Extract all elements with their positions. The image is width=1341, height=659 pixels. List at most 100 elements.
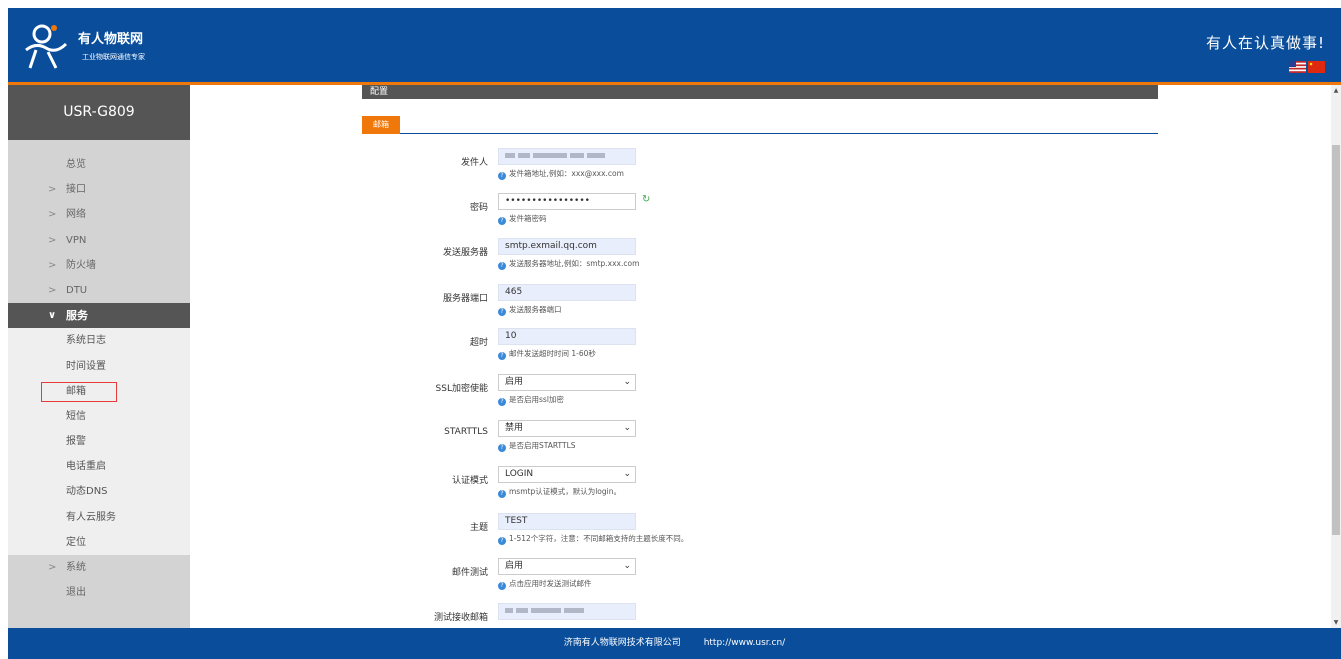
- brand-subtitle: 工业物联网通信专家: [82, 53, 145, 61]
- redacted-text: [533, 153, 567, 158]
- app-header: 有人物联网 工业物联网通信专家 有人在认真做事!: [8, 8, 1341, 82]
- sidebar-item-ddns[interactable]: 动态DNS: [8, 479, 190, 505]
- auth-mode-select[interactable]: LOGIN ⌄: [498, 466, 636, 483]
- sidebar-item-phone-reboot[interactable]: 电话重启: [8, 454, 190, 480]
- chevron-right-icon: >: [48, 284, 57, 296]
- redacted-text: [564, 608, 584, 613]
- field-label: 认证模式: [451, 476, 488, 486]
- field-label: SSL加密使能: [435, 384, 488, 394]
- help-icon: ?: [498, 444, 506, 452]
- slogan: 有人在认真做事!: [1205, 34, 1325, 52]
- sidebar-item-label: VPN: [66, 234, 87, 246]
- form-row-test-recipient: 测试接收邮箱: [362, 602, 1158, 628]
- sidebar-item-system[interactable]: > 系统: [8, 555, 190, 580]
- sidebar-item-location[interactable]: 定位: [8, 529, 190, 555]
- us-flag-icon: [1289, 61, 1306, 73]
- footer: 济南有人物联网技术有限公司 http://www.usr.cn/: [8, 628, 1341, 659]
- redacted-text: [505, 153, 515, 158]
- sidebar-item-overview[interactable]: 总览: [8, 152, 190, 177]
- sidebar-item-dtu[interactable]: > DTU: [8, 278, 190, 303]
- ssl-select[interactable]: 启用 ⌄: [498, 374, 636, 391]
- field-label: 邮件测试: [451, 568, 488, 578]
- sidebar-item-label: 网络: [66, 209, 86, 221]
- chevron-down-icon: ⌄: [623, 561, 631, 571]
- password-input[interactable]: ••••••••••••••••: [498, 193, 636, 210]
- cn-flag-icon: [1308, 61, 1325, 73]
- field-help: ? 发送服务器地址,例如：smtp.xxx.com: [498, 258, 639, 270]
- form-row-port: 服务器端口 465 ? 发送服务器端口: [362, 283, 1158, 323]
- sidebar-item-syslog[interactable]: 系统日志: [8, 328, 190, 354]
- scroll-up-icon[interactable]: ▲: [1331, 85, 1341, 95]
- subject-input[interactable]: TEST: [498, 513, 636, 530]
- form-row-subject: 主题 TEST ? 1-512个字符，注意：不同邮箱支持的主题长度不同。: [362, 512, 1158, 552]
- tab-bar: 邮箱: [362, 116, 1158, 134]
- smtp-server-input[interactable]: smtp.exmail.qq.com: [498, 238, 636, 255]
- field-help: ? 发件箱地址,例如：xxx@xxx.com: [498, 168, 624, 180]
- field-help: ? 是否启用ssl加密: [498, 394, 564, 406]
- sidebar-item-label: 服务: [66, 309, 88, 323]
- scroll-down-icon[interactable]: ▼: [1331, 618, 1341, 628]
- chevron-right-icon: >: [48, 209, 57, 221]
- redacted-text: [570, 153, 584, 158]
- starttls-select[interactable]: 禁用 ⌄: [498, 420, 636, 437]
- field-help: ? 发件箱密码: [498, 213, 547, 225]
- language-flags-icon[interactable]: [1289, 61, 1325, 73]
- sidebar-item-time-settings[interactable]: 时间设置: [8, 353, 190, 379]
- sidebar-menu: 总览 > 接口 > 网络 > VPN > 防火墙 > DTU ∨ 服务 系统日志 时间设置 …: [8, 152, 190, 605]
- mail-test-select[interactable]: 启用 ⌄: [498, 558, 636, 575]
- form-row-auth-mode: 认证模式 LOGIN ⌄ ? msmtp认证模式，默认为login。: [362, 465, 1158, 505]
- chevron-right-icon: >: [48, 562, 57, 573]
- help-icon: ?: [498, 262, 506, 270]
- field-label: 超时: [469, 338, 488, 348]
- sender-input[interactable]: [498, 148, 636, 165]
- redacted-text: [516, 608, 528, 613]
- vertical-scrollbar[interactable]: ▲ ▼: [1331, 85, 1341, 628]
- help-icon: ?: [498, 582, 506, 590]
- help-icon: ?: [498, 537, 506, 545]
- selection-highlight-box: [41, 382, 117, 402]
- sidebar-item-vpn[interactable]: > VPN: [8, 228, 190, 253]
- sidebar-item-label: 接口: [66, 184, 86, 196]
- refresh-icon[interactable]: ↻: [642, 194, 650, 205]
- sidebar: USR-G809 总览 > 接口 > 网络 > VPN > 防火墙 > DTU ∨ 服务 系…: [8, 85, 190, 628]
- redacted-text: [518, 153, 530, 158]
- chevron-right-icon: >: [48, 184, 57, 196]
- sidebar-item-label: 防火墙: [66, 259, 96, 271]
- sidebar-item-network[interactable]: > 网络: [8, 202, 190, 227]
- chevron-down-icon: ⌄: [623, 423, 631, 433]
- brand-name: 有人物联网: [78, 32, 144, 47]
- field-help: ? 点击应用时发送测试邮件: [498, 578, 592, 590]
- brand-logo-icon: [25, 24, 68, 69]
- sidebar-item-firewall[interactable]: > 防火墙: [8, 253, 190, 278]
- form-row-ssl: SSL加密使能 启用 ⌄ ? 是否启用ssl加密: [362, 373, 1158, 413]
- field-help: ? 邮件发送超时时间 1-60秒: [498, 348, 596, 360]
- section-title: 配置: [370, 87, 389, 97]
- form-row-starttls: STARTTLS 禁用 ⌄ ? 是否启用STARTTLS: [362, 419, 1158, 459]
- sidebar-item-alarm[interactable]: 报警: [8, 429, 190, 455]
- tab-mailbox[interactable]: 邮箱: [362, 116, 400, 134]
- field-help: ? 发送服务器端口: [498, 304, 562, 316]
- form-row-sender: 发件人 ? 发件箱地址,例如：xxx@xxx.com: [362, 147, 1158, 187]
- company-url-link[interactable]: http://www.usr.cn/: [704, 638, 786, 648]
- test-recipient-input[interactable]: [498, 603, 636, 620]
- sidebar-item-usr-cloud[interactable]: 有人云服务: [8, 504, 190, 530]
- redacted-text: [531, 608, 561, 613]
- config-section-header: 配置: [362, 85, 1158, 99]
- field-label: 服务器端口: [442, 294, 488, 304]
- help-icon: ?: [498, 490, 506, 498]
- port-input[interactable]: 465: [498, 284, 636, 301]
- field-label: 主题: [469, 523, 488, 533]
- field-label: 密码: [469, 203, 488, 213]
- chevron-down-icon: ∨: [48, 310, 57, 322]
- field-label: 发件人: [460, 158, 488, 168]
- field-help: ? 是否启用STARTTLS: [498, 440, 576, 452]
- sidebar-item-services[interactable]: ∨ 服务: [8, 303, 190, 329]
- sidebar-item-logout[interactable]: 退出: [8, 580, 190, 605]
- help-icon: ?: [498, 352, 506, 360]
- field-label: STARTTLS: [444, 427, 488, 437]
- sidebar-item-sms[interactable]: 短信: [8, 403, 190, 430]
- sidebar-item-interface[interactable]: > 接口: [8, 177, 190, 202]
- scrollbar-thumb[interactable]: [1332, 145, 1340, 535]
- timeout-input[interactable]: 10: [498, 328, 636, 345]
- sidebar-item-label: DTU: [66, 284, 88, 296]
